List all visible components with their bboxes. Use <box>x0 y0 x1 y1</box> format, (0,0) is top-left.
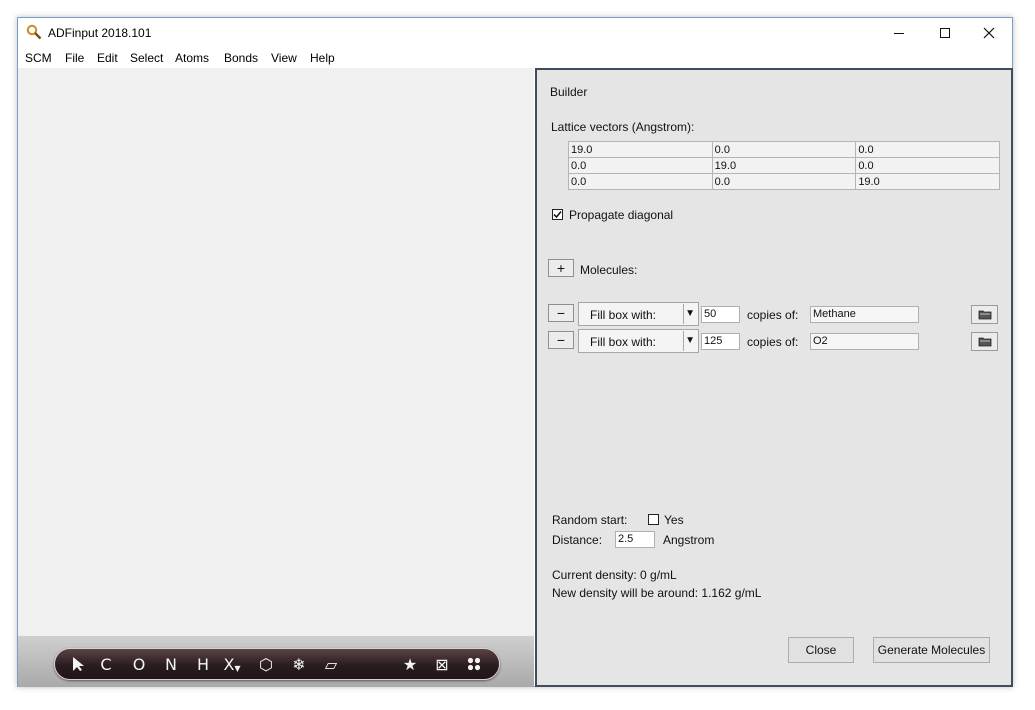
table-row: 19.0 0.0 0.0 <box>568 141 1000 158</box>
menu-bonds[interactable]: Bonds <box>224 51 258 65</box>
copies-count-input[interactable]: 125 <box>701 333 740 350</box>
propagate-label: Propagate diagonal <box>569 208 674 222</box>
generate-molecules-button[interactable]: Generate Molecules <box>873 637 990 663</box>
add-molecule-button[interactable]: + <box>548 259 574 277</box>
random-start-yes-label: Yes <box>664 513 684 527</box>
carbon-tool[interactable]: C <box>95 649 117 679</box>
lattice-cell[interactable]: 0.0 <box>711 173 857 190</box>
chevron-down-icon: ▼ <box>685 308 695 319</box>
fill-mode-select[interactable]: Fill box with: ▼ <box>578 329 699 353</box>
open-molecule-button[interactable] <box>971 305 998 324</box>
lattice-cell[interactable]: 0.0 <box>855 157 1000 174</box>
title-bar: ADFinput 2018.101 <box>18 18 1012 48</box>
fill-mode-value: Fill box with: <box>590 335 657 349</box>
minimize-icon <box>894 33 904 34</box>
molecule-name-field[interactable]: O2 <box>810 333 919 350</box>
checkmark-icon <box>553 211 562 219</box>
edit-toolbar: C O N H X ▼ ⬡ ❄ ▱ ★ ⊠ <box>54 648 500 680</box>
fill-mode-value: Fill box with: <box>590 308 657 322</box>
lattice-cell[interactable]: 0.0 <box>711 141 857 158</box>
menu-edit[interactable]: Edit <box>97 51 118 65</box>
plane-icon: ▱ <box>324 654 338 674</box>
menu-view[interactable]: View <box>271 51 297 65</box>
lattice-table: 19.0 0.0 0.0 0.0 19.0 0.0 0.0 0.0 19.0 <box>568 141 1000 190</box>
folder-icon <box>978 310 991 320</box>
copies-of-label: copies of: <box>747 308 799 322</box>
snowflake-icon: ❄ <box>292 654 306 674</box>
maximize-button[interactable] <box>922 18 968 48</box>
random-start-checkbox[interactable] <box>648 514 659 525</box>
dropdown-arrow-icon: ▼ <box>234 663 241 673</box>
table-row: 0.0 0.0 19.0 <box>568 173 1000 190</box>
random-start-label: Random start: <box>552 513 628 527</box>
close-window-button[interactable] <box>966 18 1012 48</box>
minimize-button[interactable] <box>876 18 922 48</box>
menu-help[interactable]: Help <box>310 51 335 65</box>
open-molecule-button[interactable] <box>971 332 998 351</box>
distance-input[interactable]: 2.5 <box>615 531 655 548</box>
lattice-label: Lattice vectors (Angstrom): <box>551 120 695 134</box>
hydrogen-tool[interactable]: H <box>192 649 214 679</box>
builder-panel: Builder Lattice vectors (Angstrom): 19.0… <box>535 68 1013 687</box>
copies-of-label: copies of: <box>747 335 799 349</box>
oxygen-tool[interactable]: O <box>128 649 150 679</box>
close-button[interactable]: Close <box>788 637 854 663</box>
select-tool-icon <box>73 657 84 671</box>
molecules-tool[interactable] <box>463 649 485 679</box>
lattice-cell[interactable]: 0.0 <box>568 173 713 190</box>
symmetry-tool[interactable]: ❄ <box>288 649 310 679</box>
select-tool-button[interactable] <box>65 649 91 679</box>
lattice-cell[interactable]: 19.0 <box>855 173 1000 190</box>
molecule-name-field[interactable]: Methane <box>810 306 919 323</box>
molecules-icon <box>467 657 481 671</box>
app-window: ADFinput 2018.101 SCM File Edit Select A… <box>17 17 1013 687</box>
propagate-checkbox[interactable] <box>552 209 563 220</box>
combo-separator <box>683 304 684 324</box>
copies-count-input[interactable]: 50 <box>701 306 740 323</box>
table-row: 0.0 19.0 0.0 <box>568 157 1000 174</box>
builder-title: Builder <box>550 85 588 99</box>
chevron-down-icon: ▼ <box>685 335 695 346</box>
other-element-label: X <box>223 654 235 674</box>
nitrogen-tool[interactable]: N <box>160 649 182 679</box>
maximize-icon <box>940 28 950 38</box>
lattice-cell[interactable]: 0.0 <box>568 157 713 174</box>
distance-unit: Angstrom <box>663 533 715 547</box>
ring-tool[interactable]: ⬡ <box>255 649 277 679</box>
app-logo-icon <box>26 24 42 40</box>
ring-icon: ⬡ <box>259 654 273 674</box>
other-element-tool[interactable]: X ▼ <box>221 649 243 679</box>
remove-molecule-button[interactable]: − <box>548 331 574 349</box>
favorites-tool[interactable]: ★ <box>399 649 421 679</box>
menu-scm[interactable]: SCM <box>25 51 52 65</box>
box-tool[interactable]: ⊠ <box>431 649 453 679</box>
lattice-cell[interactable]: 19.0 <box>711 157 857 174</box>
molecules-label: Molecules: <box>580 263 638 277</box>
minus-icon: − <box>556 332 566 348</box>
menu-bar: SCM File Edit Select Atoms Bonds View He… <box>18 48 1012 68</box>
menu-select[interactable]: Select <box>130 51 163 65</box>
current-density: Current density: 0 g/mL <box>552 568 677 582</box>
menu-atoms[interactable]: Atoms <box>175 51 209 65</box>
distance-label: Distance: <box>552 533 603 547</box>
window-title: ADFinput 2018.101 <box>48 26 152 40</box>
plus-icon: + <box>556 260 566 276</box>
box-icon: ⊠ <box>435 654 449 674</box>
minus-icon: − <box>556 305 566 321</box>
plane-tool[interactable]: ▱ <box>320 649 342 679</box>
new-density: New density will be around: 1.162 g/mL <box>552 586 762 600</box>
folder-icon <box>978 337 991 347</box>
lattice-cell[interactable]: 19.0 <box>568 141 713 158</box>
molecule-viewer[interactable]: C O N H X ▼ ⬡ ❄ ▱ ★ ⊠ <box>18 68 534 687</box>
fill-mode-select[interactable]: Fill box with: ▼ <box>578 302 699 326</box>
combo-separator <box>683 331 684 351</box>
remove-molecule-button[interactable]: − <box>548 304 574 322</box>
close-icon <box>983 27 995 39</box>
menu-file[interactable]: File <box>65 51 84 65</box>
star-icon: ★ <box>402 654 418 674</box>
lattice-cell[interactable]: 0.0 <box>855 141 1000 158</box>
